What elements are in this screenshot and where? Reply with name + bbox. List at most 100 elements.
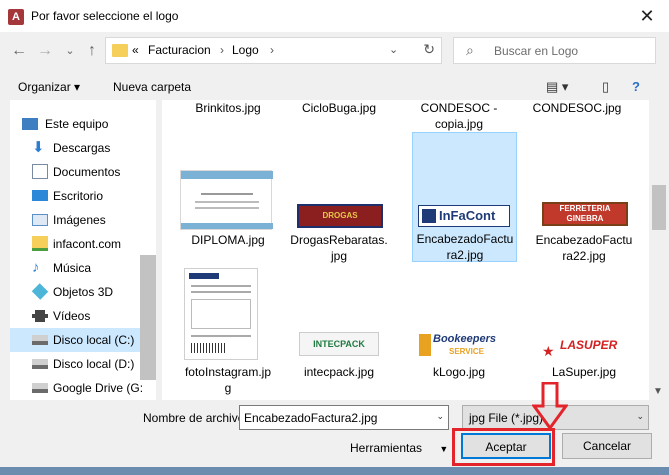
address-bar[interactable]: « Facturacion › Logo › ⌄ ↻ bbox=[105, 37, 442, 64]
recent-locations-button[interactable]: ⌄ bbox=[60, 41, 80, 61]
dialog-footer: Nombre de archivo: EncabezadoFactura2.jp… bbox=[0, 400, 669, 475]
file-item-encabezadofactura22[interactable]: FERRETERIA GINEBRA EncabezadoFactu ra22.… bbox=[532, 164, 636, 264]
sidebar-item-disco-c[interactable]: Disco local (C:) bbox=[10, 328, 156, 352]
videos-icon bbox=[32, 310, 48, 322]
service-text: SERVICE bbox=[449, 347, 484, 356]
sidebar-item-videos[interactable]: Vídeos bbox=[10, 304, 156, 328]
forward-button[interactable]: → bbox=[35, 41, 55, 61]
view-options-icon[interactable]: ▤ ▾ bbox=[546, 79, 568, 95]
sidebar-item-disco-d[interactable]: Disco local (D:) bbox=[10, 352, 156, 376]
filename-value: EncabezadoFactura2.jpg bbox=[244, 411, 378, 425]
desktop-icon bbox=[32, 190, 48, 201]
annotation-arrow bbox=[532, 382, 568, 430]
ferreteria-text: FERRETERIA bbox=[559, 204, 611, 213]
navigation-pane[interactable]: Este equipo ⬇ Descargas Documentos Escri… bbox=[10, 100, 156, 400]
file-name: LaSuper.jpg bbox=[551, 365, 617, 379]
breadcrumb-separator[interactable]: › bbox=[270, 43, 274, 57]
close-button[interactable]: ✕ bbox=[625, 0, 669, 32]
sidebar-item-objetos-3d[interactable]: Objetos 3D bbox=[10, 280, 156, 304]
file-item-diploma[interactable]: DIPLOMA.jpg bbox=[176, 164, 280, 264]
cancel-button[interactable]: Cancelar bbox=[562, 433, 652, 459]
breadcrumb-separator[interactable]: › bbox=[220, 43, 224, 57]
file-name: EncabezadoFactu ra2.jpg bbox=[416, 232, 514, 262]
sidebar-item-label: Objetos 3D bbox=[53, 285, 114, 299]
up-button[interactable]: ↑ bbox=[82, 41, 102, 61]
help-icon[interactable]: ? bbox=[632, 79, 640, 94]
scrollbar-thumb[interactable] bbox=[652, 185, 666, 230]
download-icon: ⬇ bbox=[32, 139, 45, 156]
preview-pane-icon[interactable]: ▯ bbox=[602, 79, 609, 95]
lasuper-text: LASUPER bbox=[560, 338, 618, 352]
file-item-klogo[interactable]: Bookeepers SERVICE kLogo.jpg bbox=[407, 266, 511, 379]
new-folder-button[interactable]: Nueva carpeta bbox=[113, 80, 191, 94]
sidebar-item-label: Disco local (D:) bbox=[53, 357, 135, 371]
sidebar-scrollbar[interactable] bbox=[140, 255, 156, 380]
file-list[interactable]: Brinkitos.jpg CicloBuga.jpg CONDESOC - c… bbox=[162, 100, 649, 400]
scroll-down-icon[interactable]: ▼ bbox=[653, 386, 663, 397]
access-app-icon: A bbox=[8, 9, 24, 25]
drive-d-icon bbox=[32, 359, 48, 369]
tools-label: Herramientas bbox=[350, 441, 423, 455]
sidebar-item-label: infacont.com bbox=[53, 237, 122, 251]
sidebar-item-este-equipo[interactable]: Este equipo bbox=[10, 112, 156, 136]
search-box[interactable]: ⌕ Buscar en Logo bbox=[453, 37, 656, 64]
music-icon: ♪ bbox=[32, 259, 40, 276]
command-bar: Organizar ▾ Nueva carpeta ▤ ▾ ▯ ? bbox=[0, 76, 669, 100]
file-item-lasuper[interactable]: ★ LASUPER LaSuper.jpg bbox=[532, 266, 636, 379]
sidebar-item-label: Google Drive (G: bbox=[53, 381, 144, 395]
file-name: Brinkitos.jpg bbox=[195, 101, 261, 115]
window-title: Por favor seleccione el logo bbox=[31, 9, 179, 23]
file-name: DrogasRebaratas. jpg bbox=[290, 233, 388, 263]
filename-input[interactable]: EncabezadoFactura2.jpg ⌄ bbox=[239, 405, 449, 430]
diploma-thumbnail bbox=[180, 170, 273, 230]
search-icon: ⌕ bbox=[466, 42, 474, 58]
infacont-thumbnail: InFaCont bbox=[418, 205, 510, 227]
file-item-fotoinstagram[interactable]: fotoInstagram.jp g bbox=[176, 266, 280, 396]
documents-icon bbox=[32, 164, 48, 179]
back-button[interactable]: ← bbox=[9, 41, 29, 61]
3d-objects-icon bbox=[31, 283, 49, 300]
sidebar-item-escritorio[interactable]: Escritorio bbox=[10, 184, 156, 208]
file-name: EncabezadoFactu ra22.jpg bbox=[535, 233, 633, 263]
file-name: CONDESOC.jpg bbox=[532, 101, 622, 115]
sidebar-item-label: Descargas bbox=[53, 141, 111, 155]
file-item-intecpack[interactable]: INTECPACK intecpack.jpg bbox=[287, 266, 391, 379]
pictures-icon bbox=[32, 214, 48, 226]
file-name: DIPLOMA.jpg bbox=[191, 233, 265, 247]
network-folder-icon bbox=[32, 236, 48, 251]
tools-menu[interactable]: Herramientas ▼ bbox=[350, 441, 448, 455]
address-dropdown-icon[interactable]: ⌄ bbox=[389, 43, 398, 56]
breadcrumb-logo[interactable]: Logo bbox=[232, 43, 259, 57]
file-name: kLogo.jpg bbox=[432, 365, 486, 379]
chevron-down-icon[interactable]: ⌄ bbox=[636, 411, 644, 422]
infacont-logo-text: InFaCont bbox=[439, 208, 496, 223]
chevron-down-icon[interactable]: ⌄ bbox=[436, 411, 444, 422]
sidebar-item-label: Escritorio bbox=[53, 189, 104, 203]
sidebar-item-imagenes[interactable]: Imágenes bbox=[10, 208, 156, 232]
file-item-encabezadofactura2[interactable]: InFaCont EncabezadoFactu ra2.jpg bbox=[412, 132, 517, 262]
klogo-thumbnail: Bookeepers SERVICE bbox=[419, 332, 509, 358]
sidebar-item-infacont[interactable]: infacont.com bbox=[10, 232, 156, 256]
breadcrumb-facturacion[interactable]: Facturacion bbox=[148, 43, 211, 57]
file-name: CONDESOC - copia.jpg bbox=[420, 101, 498, 131]
computer-icon bbox=[22, 118, 38, 130]
refresh-icon[interactable]: ↻ bbox=[423, 41, 435, 58]
sidebar-item-documentos[interactable]: Documentos bbox=[10, 160, 156, 184]
drogas-thumbnail: DROGAS bbox=[297, 204, 383, 228]
background-window-strip bbox=[0, 467, 669, 475]
file-item-drogasrebaratas[interactable]: DROGAS DrogasRebaratas. jpg bbox=[287, 164, 391, 264]
address-overflow[interactable]: « bbox=[132, 43, 139, 57]
file-list-scrollbar[interactable]: ▼ bbox=[649, 100, 669, 400]
sidebar-item-label: Documentos bbox=[53, 165, 121, 179]
intecpack-thumbnail: INTECPACK bbox=[299, 332, 379, 356]
filename-label: Nombre de archivo: bbox=[143, 411, 248, 425]
sidebar-item-label: Este equipo bbox=[45, 117, 109, 131]
sidebar-item-musica[interactable]: ♪ Música bbox=[10, 256, 156, 280]
sidebar-item-descargas[interactable]: ⬇ Descargas bbox=[10, 136, 156, 160]
organize-menu[interactable]: Organizar ▾ bbox=[18, 80, 80, 94]
search-input[interactable]: Buscar en Logo bbox=[494, 44, 578, 58]
instagram-thumbnail bbox=[184, 268, 258, 360]
bookeepers-text: Bookeepers bbox=[433, 333, 496, 345]
sidebar-item-google-drive[interactable]: Google Drive (G: bbox=[10, 376, 156, 400]
lasuper-thumbnail: ★ LASUPER bbox=[538, 332, 632, 359]
